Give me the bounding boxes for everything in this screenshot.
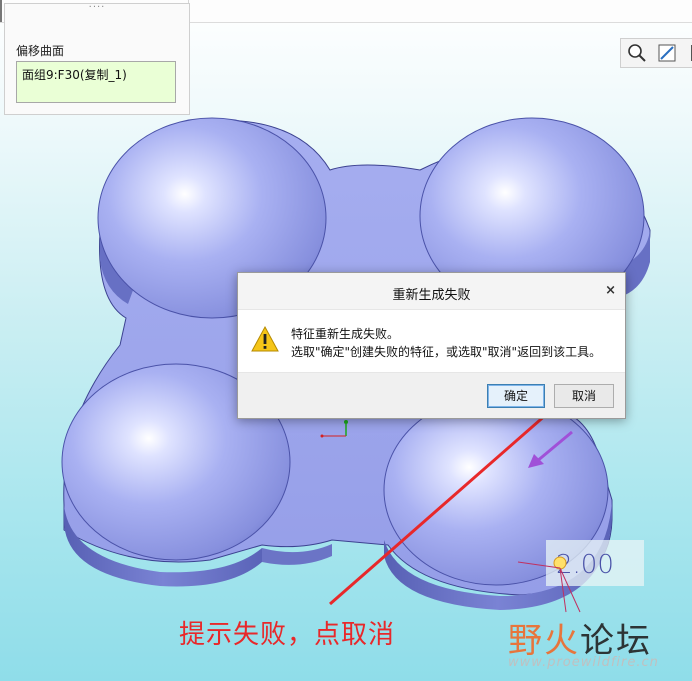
close-icon[interactable]: × <box>605 283 616 298</box>
dialog-title: 重新生成失败 <box>392 288 471 303</box>
offset-surface-label: 偏移曲面 <box>16 44 65 58</box>
warning-icon <box>251 325 279 352</box>
cancel-button[interactable]: 取消 <box>554 384 614 408</box>
regeneration-failed-dialog: 重新生成失败 × 特征重新生成失败。 选取"确定"创建失败的特征，或选取"取消"… <box>237 272 626 419</box>
view-toolbar <box>620 38 692 68</box>
surface-collector[interactable]: 面组9:F30(复制_1) <box>16 61 176 103</box>
annotation-caption: 提示失败，点取消 <box>179 620 396 650</box>
dialog-message-line2: 选取"确定"创建失败的特征，或选取"取消"返回到该工具。 <box>291 345 602 359</box>
collector-value: 面组9:F30(复制_1) <box>22 68 127 82</box>
dialog-body: 特征重新生成失败。 选取"确定"创建失败的特征，或选取"取消"返回到该工具。 <box>238 309 625 373</box>
more-icon[interactable] <box>683 42 692 64</box>
dialog-titlebar[interactable]: 重新生成失败 × <box>238 273 625 309</box>
dialog-message-line1: 特征重新生成失败。 <box>291 327 400 341</box>
feature-panel: ···· 偏移曲面 面组9:F30(复制_1) <box>4 2 190 115</box>
ok-button[interactable]: 确定 <box>487 384 545 408</box>
sketch-view-icon[interactable] <box>656 42 678 64</box>
panel-grip[interactable]: ···· <box>5 2 189 13</box>
zoom-icon[interactable] <box>626 42 648 64</box>
watermark-url: www.proewildfire.cn <box>508 655 659 670</box>
